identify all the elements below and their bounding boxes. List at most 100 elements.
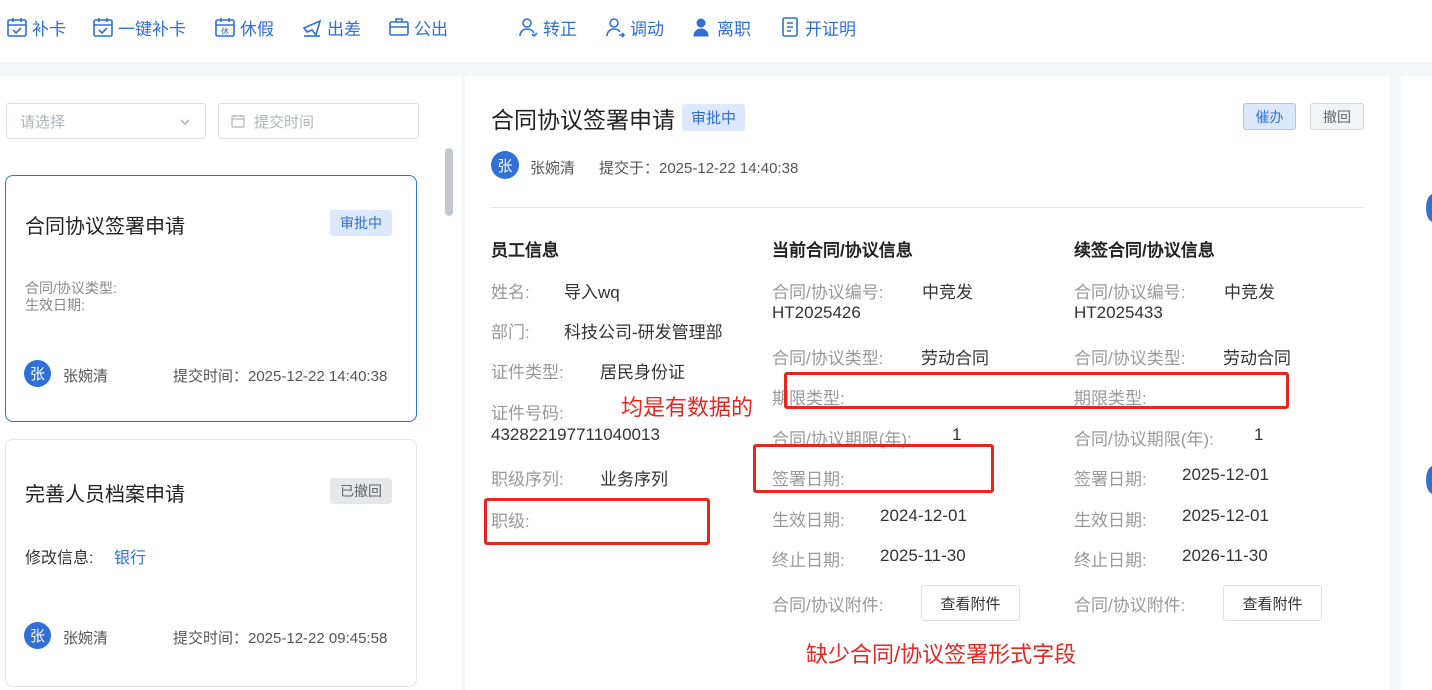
id-type-value: 居民身份证 <box>600 363 685 382</box>
id-type-label: 证件类型: <box>491 363 564 382</box>
submit-time-picker[interactable]: 提交时间 <box>218 103 419 139</box>
toolbar-label: 公出 <box>414 19 448 39</box>
department-label: 部门: <box>491 323 530 342</box>
avatar-partial <box>1426 194 1432 222</box>
contract-type-value: 劳动合同 <box>1223 349 1291 368</box>
term-years-value: 1 <box>952 425 962 444</box>
toolbar-label: 一键补卡 <box>118 19 186 39</box>
end-date-value: 2025-11-30 <box>880 546 966 565</box>
end-date-label: 终止日期: <box>1074 551 1147 570</box>
toolbar-label: 出差 <box>327 19 361 39</box>
card-title: 合同协议签署申请 <box>25 216 185 238</box>
renewal-contract-heading: 续签合同/协议信息 <box>1074 241 1215 260</box>
effective-date-value: 2024-12-01 <box>880 506 967 525</box>
avatar: 张 <box>24 360 51 387</box>
divider <box>491 207 1364 208</box>
contract-number-value-line1: 中竞发 <box>1224 283 1275 302</box>
view-attachment-button[interactable]: 查看附件 <box>1223 585 1322 621</box>
rank-sequence-value: 业务序列 <box>600 470 668 489</box>
submit-time: 提交时间：2025-12-22 09:45:58 <box>173 630 388 647</box>
toolbar-label: 转正 <box>543 19 577 39</box>
withdraw-button[interactable]: 撤回 <box>1310 103 1364 130</box>
status-badge: 已撤回 <box>330 478 392 504</box>
application-list-panel: 请选择 提交时间 合同协议签署申请 审批中 合同/协议类型: 生效日期: 张 张… <box>0 76 444 690</box>
annotation-note-missing-field: 缺少合同/协议签署形式字段 <box>806 642 1077 667</box>
card-field-effective-date: 生效日期: <box>25 297 85 313</box>
top-toolbar: 补卡 一键补卡 休 休假 出差 公出 转正 调动 离职 开证明 <box>0 0 1432 62</box>
calendar-check-icon <box>7 18 27 37</box>
toolbar-label: 调动 <box>630 19 664 39</box>
effective-date-label: 生效日期: <box>772 511 845 530</box>
briefcase-icon <box>389 18 409 36</box>
id-number-label: 证件号码: <box>491 404 564 423</box>
toolbar-official-out[interactable]: 公出 <box>388 13 448 41</box>
svg-text:休: 休 <box>221 26 229 36</box>
document-icon <box>782 17 798 37</box>
effective-date-value: 2025-12-01 <box>1182 506 1269 525</box>
toolbar-resign[interactable]: 离职 <box>691 13 751 41</box>
annotation-box-rank <box>484 498 710 545</box>
contract-number-value-line2: HT2025433 <box>1074 303 1163 322</box>
department-value: 科技公司-研发管理部 <box>564 323 723 342</box>
toolbar-label: 补卡 <box>32 19 66 39</box>
user-transfer-icon <box>606 18 626 38</box>
right-panel-edge <box>1401 76 1432 690</box>
date-placeholder: 提交时间 <box>254 113 315 131</box>
toolbar-label: 离职 <box>717 19 751 39</box>
toolbar-business-trip[interactable]: 出差 <box>301 13 361 41</box>
annotation-box-term-type <box>784 372 1289 409</box>
contract-number-value-line1: 中竞发 <box>922 283 973 302</box>
status-select[interactable]: 请选择 <box>6 103 206 139</box>
attachment-label: 合同/协议附件: <box>772 596 884 615</box>
sign-date-label: 签署日期: <box>1074 470 1147 489</box>
contract-type-label: 合同/协议类型: <box>1074 349 1186 368</box>
user-leave-icon <box>693 18 709 37</box>
calendar-icon <box>231 115 245 128</box>
card-field-type: 合同/协议类型: <box>25 280 117 296</box>
avatar-partial <box>1426 466 1432 494</box>
calendar-leave-icon: 休 <box>215 18 235 37</box>
rank-sequence-label: 职级序列: <box>491 470 564 489</box>
id-number-value: 432822197711040013 <box>491 425 660 444</box>
applicant-name: 张婉清 <box>63 368 109 385</box>
annotation-note-has-data: 均是有数据的 <box>621 395 754 420</box>
contract-type-value: 劳动合同 <box>921 349 989 368</box>
list-scrollbar-thumb[interactable] <box>445 148 453 216</box>
select-placeholder: 请选择 <box>20 113 66 131</box>
toolbar-reissue-card[interactable]: 补卡 <box>6 13 66 41</box>
view-attachment-button[interactable]: 查看附件 <box>921 585 1020 621</box>
term-years-label: 合同/协议期限(年): <box>1074 430 1214 449</box>
toolbar-certificate[interactable]: 开证明 <box>779 13 856 41</box>
toolbar-one-click-reissue[interactable]: 一键补卡 <box>92 13 186 41</box>
toolbar-regularize[interactable]: 转正 <box>517 13 577 41</box>
application-card[interactable]: 完善人员档案申请 已撤回 修改信息: 银行 张 张婉清 提交时间：2025-12… <box>5 439 417 687</box>
submitted-time: 提交于：2025-12-22 14:40:38 <box>599 160 799 177</box>
page-title: 合同协议签署申请 <box>491 107 675 133</box>
urge-button[interactable]: 催办 <box>1243 103 1296 130</box>
toolbar-transfer[interactable]: 调动 <box>604 13 664 41</box>
calendar-check-icon <box>93 18 113 37</box>
application-card-selected[interactable]: 合同协议签署申请 审批中 合同/协议类型: 生效日期: 张 张婉清 提交时间：2… <box>5 175 417 422</box>
annotation-box-sign-date <box>753 444 994 493</box>
card-field-value: 银行 <box>114 550 147 567</box>
status-badge: 审批中 <box>330 210 392 236</box>
card-field-label: 修改信息: <box>25 550 94 567</box>
applicant-name: 张婉清 <box>63 630 109 647</box>
toolbar-label: 开证明 <box>805 19 856 39</box>
contract-number-value-line2: HT2025426 <box>772 303 861 322</box>
card-title: 完善人员档案申请 <box>25 484 185 506</box>
avatar: 张 <box>24 622 51 649</box>
applicant-name: 张婉清 <box>530 160 576 177</box>
submit-time: 提交时间：2025-12-22 14:40:38 <box>173 368 388 385</box>
chevron-down-icon <box>180 119 190 125</box>
sign-date-value: 2025-12-01 <box>1182 465 1269 484</box>
name-value: 导入wq <box>564 283 620 302</box>
name-label: 姓名: <box>491 283 530 302</box>
avatar: 张 <box>491 151 519 179</box>
plane-icon <box>302 19 322 37</box>
term-years-value: 1 <box>1254 425 1264 444</box>
current-contract-heading: 当前合同/协议信息 <box>772 241 913 260</box>
end-date-label: 终止日期: <box>772 551 845 570</box>
toolbar-leave[interactable]: 休 休假 <box>214 13 274 41</box>
contract-type-label: 合同/协议类型: <box>772 349 884 368</box>
